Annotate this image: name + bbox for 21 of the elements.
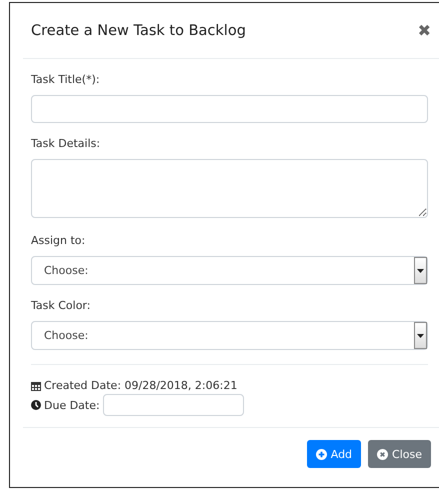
due-date-field[interactable]: [102, 394, 244, 416]
field-label: Task Color:: [31, 299, 92, 312]
dialog-title: Create a New Task to Backlog: [31, 22, 246, 38]
select-field[interactable]: Choose:: [31, 256, 428, 285]
caret-icon: [417, 334, 424, 338]
created-date-text: Created Date: 09/28/2018, 2:06:21: [44, 379, 238, 392]
text-input-field[interactable]: [31, 95, 428, 123]
clock-icon: [31, 400, 41, 410]
close-icon[interactable]: ✖: [418, 21, 431, 40]
caret-icon: [417, 268, 424, 272]
due-date-label: Due Date:: [44, 398, 100, 412]
field-label: Task Title(*):: [31, 73, 101, 86]
field-label: Task Details:: [31, 137, 102, 150]
plus-circle-icon: [316, 448, 327, 460]
close-button[interactable]: Close: [368, 440, 431, 468]
field-label: Assign to:: [31, 234, 86, 247]
select-field[interactable]: Choose:: [31, 321, 428, 350]
calendar-icon: [31, 380, 41, 390]
textarea-field[interactable]: [31, 159, 428, 218]
x-circle-icon: [377, 448, 388, 460]
add-button[interactable]: Add: [306, 440, 362, 468]
